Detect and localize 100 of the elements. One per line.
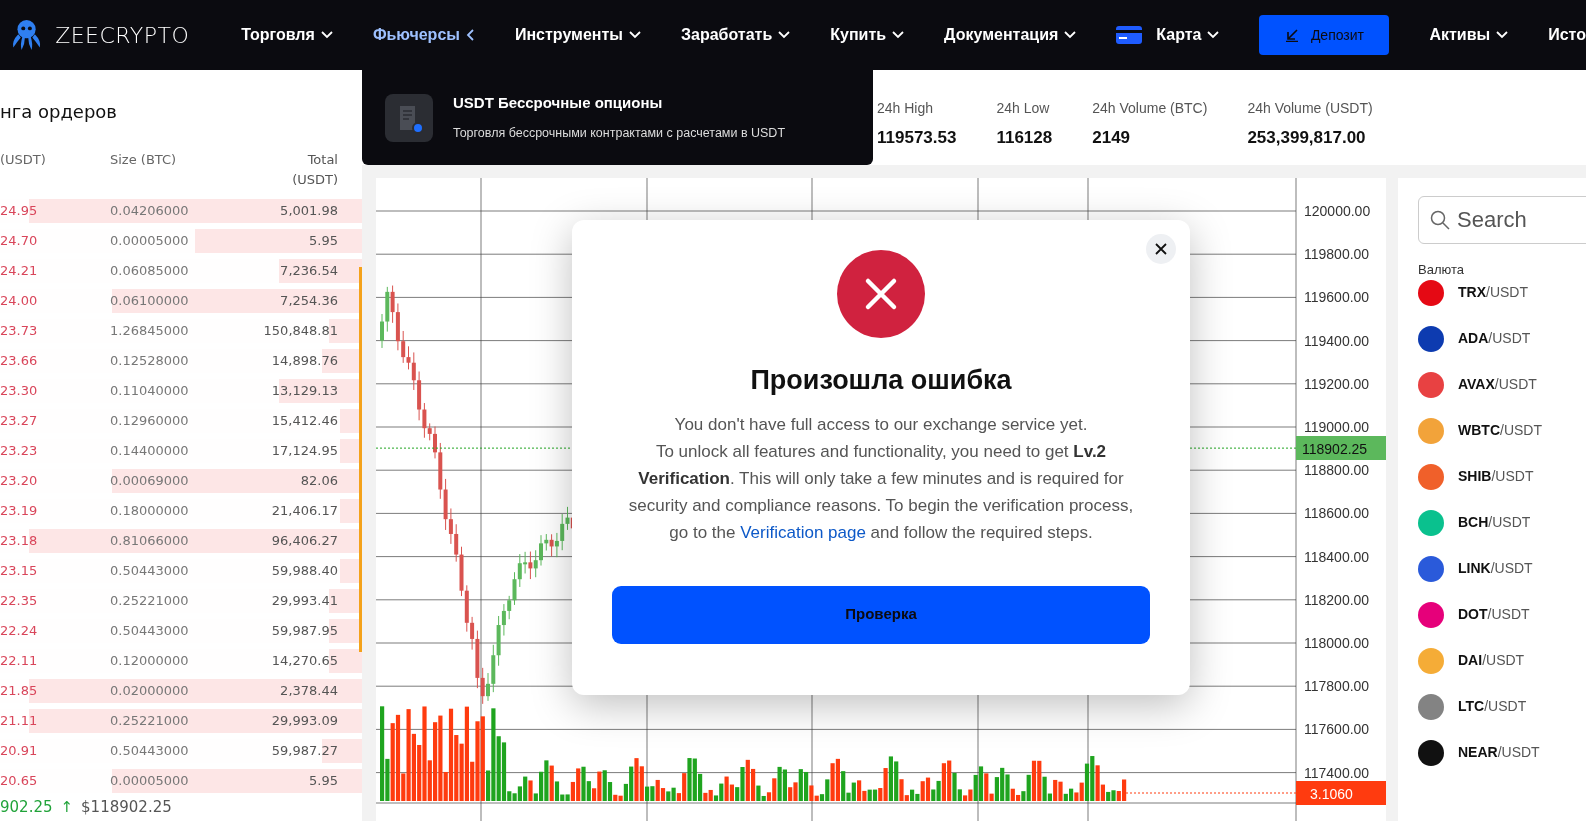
- error-icon: [837, 250, 925, 338]
- price-cell-text: 21.85: [0, 682, 39, 701]
- size-cell-text: 0.25221000: [110, 712, 190, 731]
- stat-label: 24h Volume (USDT): [1247, 99, 1373, 118]
- pair-link[interactable]: WBTC/USDT: [1458, 420, 1542, 441]
- size-cell-text: 0.12528000: [110, 352, 190, 371]
- pair-link[interactable]: BCH/USDT: [1458, 512, 1531, 533]
- column-header: Size (BTC): [110, 151, 178, 169]
- stat-value: 116128: [996, 127, 1053, 149]
- pair-link[interactable]: LINK/USDT: [1458, 558, 1533, 579]
- size-cell-text: 0.00005000: [110, 772, 190, 791]
- column-header: Total (USDT): [291, 151, 338, 189]
- price-cell-text: 22.24: [0, 622, 39, 641]
- close-button[interactable]: [1146, 234, 1176, 264]
- stat-value: 253,399,817.00: [1247, 127, 1367, 149]
- up-arrow: ↑: [60, 797, 74, 818]
- search-field[interactable]: Search: [1418, 196, 1586, 244]
- nav-menu-item[interactable]: Активы: [1429, 23, 1509, 47]
- price-cell-text: 23.15: [0, 562, 39, 581]
- price-axis-label: 119000.00: [1304, 419, 1370, 435]
- stat-label: 24h Low: [996, 99, 1051, 118]
- total-cell-text: 96,406.27: [270, 532, 338, 551]
- stat-label: 24h High: [877, 99, 935, 118]
- card-icon: [1116, 26, 1143, 44]
- nav-menu-item[interactable]: Торговля: [241, 23, 333, 47]
- total-cell-text: 7,254.36: [279, 292, 338, 311]
- price-axis-label: 117400.00: [1304, 764, 1370, 781]
- price-cell-text: 23.73: [0, 322, 39, 341]
- total-cell-text: 14,898.76: [270, 352, 338, 371]
- chevron-down-icon: [1207, 29, 1220, 41]
- price-axis-label: 119400.00: [1304, 332, 1370, 349]
- pair-link[interactable]: ADA/USDT: [1458, 328, 1531, 349]
- price-axis-label: 118400.00: [1304, 548, 1370, 565]
- nav-menu-item[interactable]: Документация: [944, 23, 1077, 47]
- total-cell-text: 5.95: [308, 772, 338, 791]
- pair-link[interactable]: AVAX/USDT: [1458, 374, 1537, 395]
- size-cell-text: 0.00005000: [110, 232, 190, 251]
- size-cell-text: 0.12960000: [110, 412, 190, 431]
- nav-menu-item[interactable]: Фьючерсы: [372, 23, 475, 47]
- price-axis-label: 118600.00: [1304, 505, 1370, 522]
- total-cell-text: 5.95: [308, 232, 338, 251]
- pair-link[interactable]: DOT/USDT: [1458, 604, 1530, 625]
- chevron-down-icon: [1064, 29, 1077, 41]
- last-price: 902.25: [0, 797, 53, 818]
- total-cell-text: 15,412.46: [270, 412, 338, 431]
- nav-menu-item[interactable]: Исто: [1548, 23, 1586, 47]
- pair-link[interactable]: LTC/USDT: [1458, 696, 1527, 717]
- total-cell-text: 14,270.65: [270, 652, 338, 671]
- last-price-usd: $118902.25: [81, 797, 172, 818]
- price-cell-text: 23.23: [0, 442, 39, 461]
- price-cell-text: 20.65: [0, 772, 39, 791]
- dialog-message: You don't have full access to our exchange service yet. To unlock all features and functionality, you need to get Lv.2 Verification. This will only take a few minutes and is required for security and compliance reasons. To begin the verification process, go to the Verification page and follow the required steps.: [627, 413, 1135, 544]
- total-cell-text: 82.06: [299, 472, 338, 491]
- price-cell-text: 22.11: [0, 652, 39, 671]
- nav-menu-item[interactable]: Купить: [830, 23, 905, 47]
- price-cell-text: 23.19: [0, 502, 39, 521]
- size-cell-text: 1.26845000: [110, 322, 190, 341]
- total-cell-text: 21,406.17: [270, 502, 338, 521]
- pair-link[interactable]: NEAR/USDT: [1458, 742, 1540, 763]
- nav-menu-item[interactable]: Заработать: [681, 23, 791, 47]
- price-axis-label: 120000.00: [1304, 203, 1371, 219]
- verification-link[interactable]: Verification page: [740, 522, 866, 542]
- size-cell-text: 0.50443000: [110, 562, 190, 581]
- size-cell-text: 0.06100000: [110, 292, 190, 311]
- price-axis-label: 117600.00: [1304, 721, 1370, 738]
- pair-link[interactable]: TRX/USDT: [1458, 282, 1528, 303]
- chevron-down-icon: [629, 29, 641, 41]
- document-icon: [385, 93, 433, 142]
- price-cell-text: 24.00: [0, 292, 39, 311]
- price-cell-text: 23.20: [0, 472, 39, 491]
- size-cell-text: 0.18000000: [110, 502, 190, 521]
- search-icon: [1430, 210, 1450, 230]
- dialog-title: Произошла ошибка: [750, 364, 1012, 397]
- menu-item-title[interactable]: USDT Бессрочные опционы: [453, 91, 786, 115]
- size-cell-text: 0.50443000: [110, 622, 190, 641]
- nav-menu-item[interactable]: Инструменты: [514, 23, 641, 47]
- total-cell-text: 29,993.09: [270, 712, 338, 731]
- chevron-left-icon: [465, 29, 475, 41]
- size-cell-text: 0.02000000: [110, 682, 190, 701]
- menu-item-description: Торговля бессрочными контрактами с расчетами в USDT: [453, 125, 786, 143]
- chevron-down-icon: [892, 29, 905, 41]
- total-cell-text: 150,848.81: [262, 322, 338, 341]
- chevron-down-icon: [1496, 29, 1509, 41]
- price-axis-label: 119600.00: [1304, 289, 1370, 306]
- volume-tag: 3.1060: [1296, 781, 1386, 805]
- pair-link[interactable]: SHIB/USDT: [1458, 466, 1534, 487]
- brand-name: ZEECRYPTO: [55, 21, 190, 50]
- total-cell-text: 59,988.40: [270, 562, 338, 581]
- price-cell-text: 24.70: [0, 232, 39, 251]
- pair-link[interactable]: DAI/USDT: [1458, 650, 1525, 671]
- stat-label: 24h Volume (BTC): [1092, 99, 1208, 118]
- price-cell-text: 23.66: [0, 352, 39, 371]
- total-cell-text: 59,987.27: [270, 742, 338, 761]
- nav-menu-item[interactable]: Карта: [1116, 23, 1220, 47]
- panel-title: нга ордеров: [0, 100, 118, 124]
- size-cell-text: 0.14400000: [110, 442, 190, 461]
- total-cell-text: 29,993.41: [270, 592, 338, 611]
- size-cell-text: 0.12000000: [110, 652, 190, 671]
- column-header: (USDT): [0, 151, 47, 169]
- total-cell-text: 5,001.98: [279, 202, 338, 221]
